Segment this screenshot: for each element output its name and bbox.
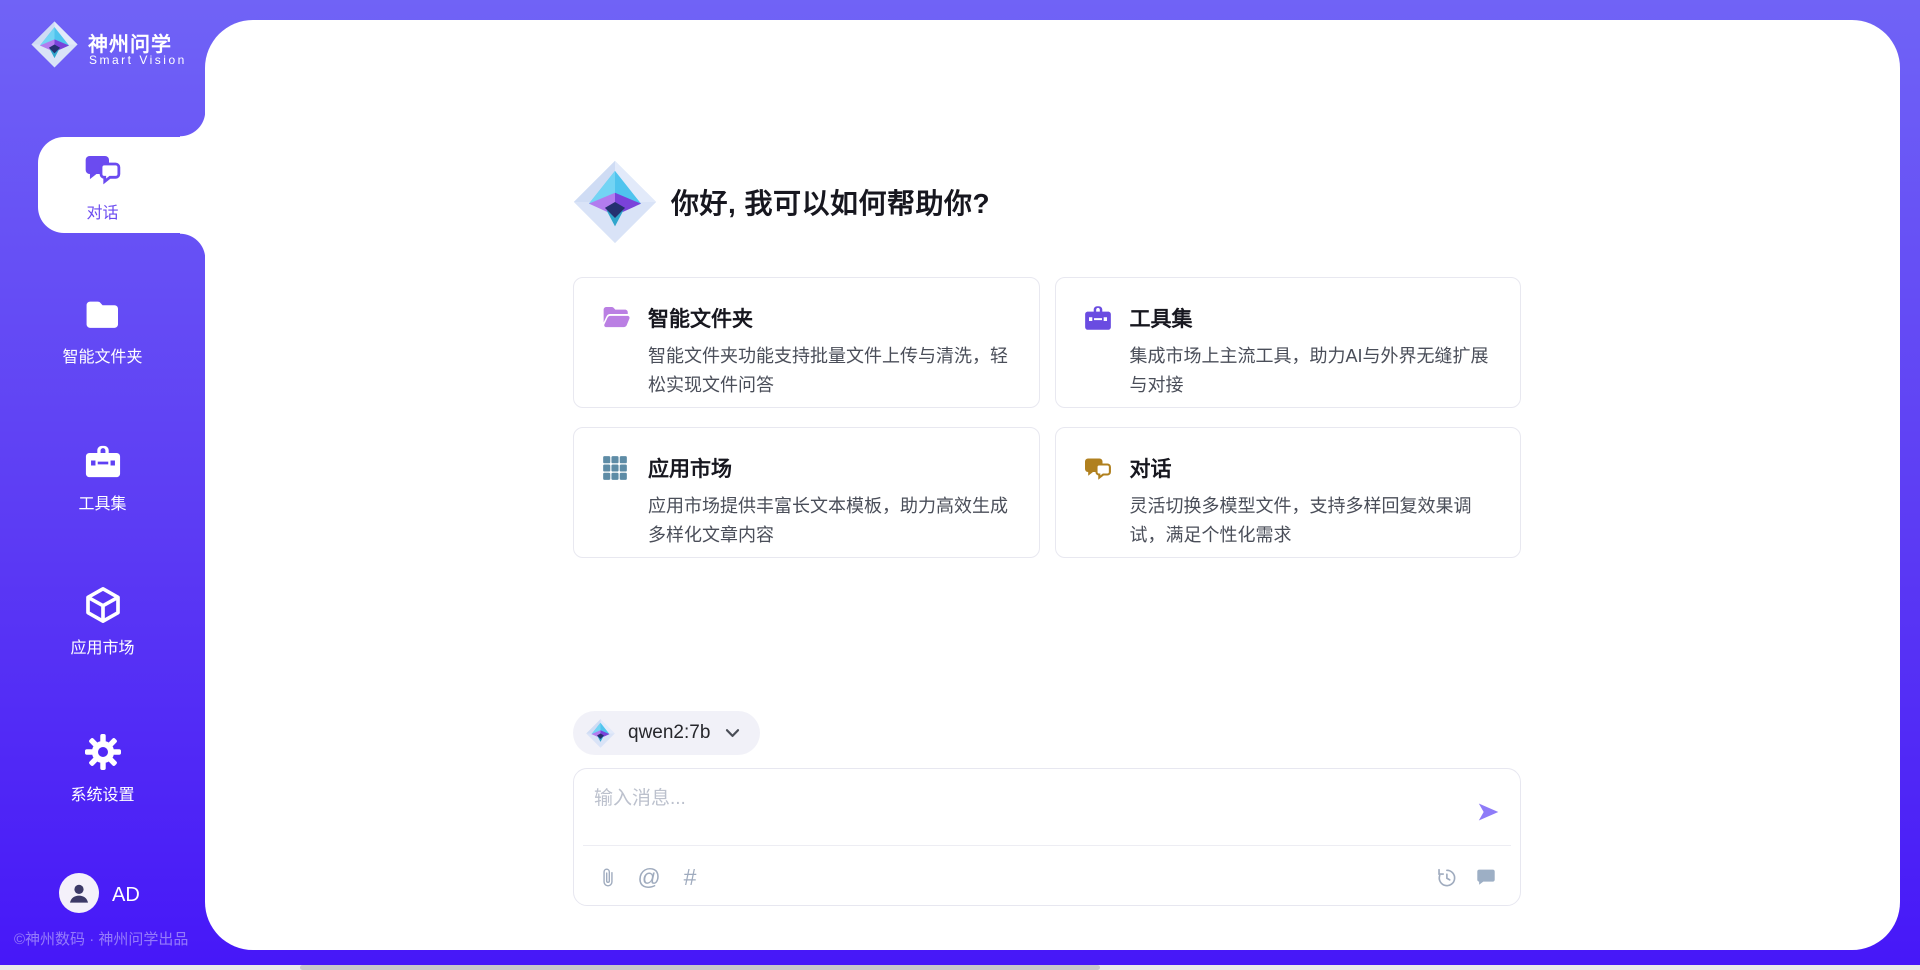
card-title: 对话 xyxy=(1130,453,1497,483)
sidebar-item-app-market[interactable]: 应用市场 xyxy=(0,585,205,658)
user-icon xyxy=(64,878,94,908)
sidebar-item-smart-folder[interactable]: 智能文件夹 xyxy=(0,294,205,367)
card-title: 智能文件夹 xyxy=(648,303,1015,333)
greeting-gem-logo-icon xyxy=(573,160,657,244)
brand-gem-logo-icon xyxy=(31,21,78,68)
chat-bubbles-icon xyxy=(83,150,123,190)
composer-divider xyxy=(583,845,1511,846)
history-icon[interactable] xyxy=(1433,864,1459,890)
card-title: 应用市场 xyxy=(648,453,1015,483)
chat-bubbles-icon xyxy=(1083,454,1113,484)
sidebar-item-chat[interactable]: 对话 xyxy=(0,150,205,223)
card-body: 对话 灵活切换多模型文件，支持多样回复效果调试，满足个性化需求 xyxy=(1130,453,1497,557)
brand-subtitle: Smart Vision xyxy=(89,53,187,67)
gem-logo-icon xyxy=(586,719,615,748)
greeting: 你好, 我可以如何帮助你? xyxy=(573,160,990,244)
cube-icon xyxy=(83,585,123,625)
composer-toolbar: @ # xyxy=(595,857,1499,897)
sidebar-item-label: 系统设置 xyxy=(70,781,134,805)
active-tab-ear-top xyxy=(180,111,206,137)
toolbox-icon xyxy=(1083,304,1113,334)
sidebar-item-toolset[interactable]: 工具集 xyxy=(0,441,205,514)
grid-icon xyxy=(601,454,631,484)
card-description: 灵活切换多模型文件，支持多样回复效果调试，满足个性化需求 xyxy=(1130,492,1497,550)
copyright-footer: ©神州数码 · 神州问学出品 xyxy=(14,928,214,949)
sidebar-item-label: 智能文件夹 xyxy=(62,343,142,367)
active-tab-ear-bottom xyxy=(180,233,206,259)
card-description: 应用市场提供丰富长文本模板，助力高效生成多样化文章内容 xyxy=(648,492,1015,550)
card-body: 工具集 集成市场上主流工具，助力AI与外界无缝扩展与对接 xyxy=(1130,303,1497,407)
composer-toolbar-right xyxy=(1433,864,1499,890)
at-icon[interactable]: @ xyxy=(636,864,662,890)
horizontal-scrollbar-track xyxy=(0,965,1920,970)
sidebar-item-label: 工具集 xyxy=(78,490,126,514)
paperclip-icon[interactable] xyxy=(595,864,621,890)
card-app-market[interactable]: 应用市场 应用市场提供丰富长文本模板，助力高效生成多样化文章内容 xyxy=(573,427,1040,558)
avatar[interactable] xyxy=(59,873,99,913)
shortcut-cards: 智能文件夹 智能文件夹功能支持批量文件上传与清洗，轻松实现文件问答 工具集 集成… xyxy=(573,277,1521,558)
card-description: 集成市场上主流工具，助力AI与外界无缝扩展与对接 xyxy=(1130,342,1497,400)
card-description: 智能文件夹功能支持批量文件上传与清洗，轻松实现文件问答 xyxy=(648,342,1015,400)
chevron-down-icon xyxy=(725,728,740,739)
gear-icon xyxy=(83,732,123,772)
user-name: AD xyxy=(112,884,140,907)
folder-icon xyxy=(83,294,123,334)
sidebar-item-settings[interactable]: 系统设置 xyxy=(0,732,205,805)
card-smart-folder[interactable]: 智能文件夹 智能文件夹功能支持批量文件上传与清洗，轻松实现文件问答 xyxy=(573,277,1040,408)
model-selector[interactable]: qwen2:7b xyxy=(573,711,760,755)
message-composer: @ # xyxy=(573,768,1521,906)
card-body: 智能文件夹 智能文件夹功能支持批量文件上传与清洗，轻松实现文件问答 xyxy=(648,303,1015,407)
horizontal-scrollbar-thumb[interactable] xyxy=(300,965,1100,970)
message-input[interactable] xyxy=(594,783,1444,837)
card-body: 应用市场 应用市场提供丰富长文本模板，助力高效生成多样化文章内容 xyxy=(648,453,1015,557)
model-name: qwen2:7b xyxy=(628,722,710,744)
toolbox-icon xyxy=(83,441,123,481)
hash-icon[interactable]: # xyxy=(677,864,703,890)
folder-open-icon xyxy=(601,304,631,334)
card-chat[interactable]: 对话 灵活切换多模型文件，支持多样回复效果调试，满足个性化需求 xyxy=(1055,427,1522,558)
send-icon[interactable] xyxy=(1475,799,1501,825)
greeting-title: 你好, 我可以如何帮助你? xyxy=(671,182,990,222)
card-toolset[interactable]: 工具集 集成市场上主流工具，助力AI与外界无缝扩展与对接 xyxy=(1055,277,1522,408)
sidebar-item-label: 对话 xyxy=(86,199,118,223)
sidebar-item-label: 应用市场 xyxy=(70,634,134,658)
card-title: 工具集 xyxy=(1130,303,1497,333)
chat-square-icon[interactable] xyxy=(1473,864,1499,890)
app-window: 神州问学 Smart Vision 对话 智能文件夹 工具集 xyxy=(0,0,1920,970)
